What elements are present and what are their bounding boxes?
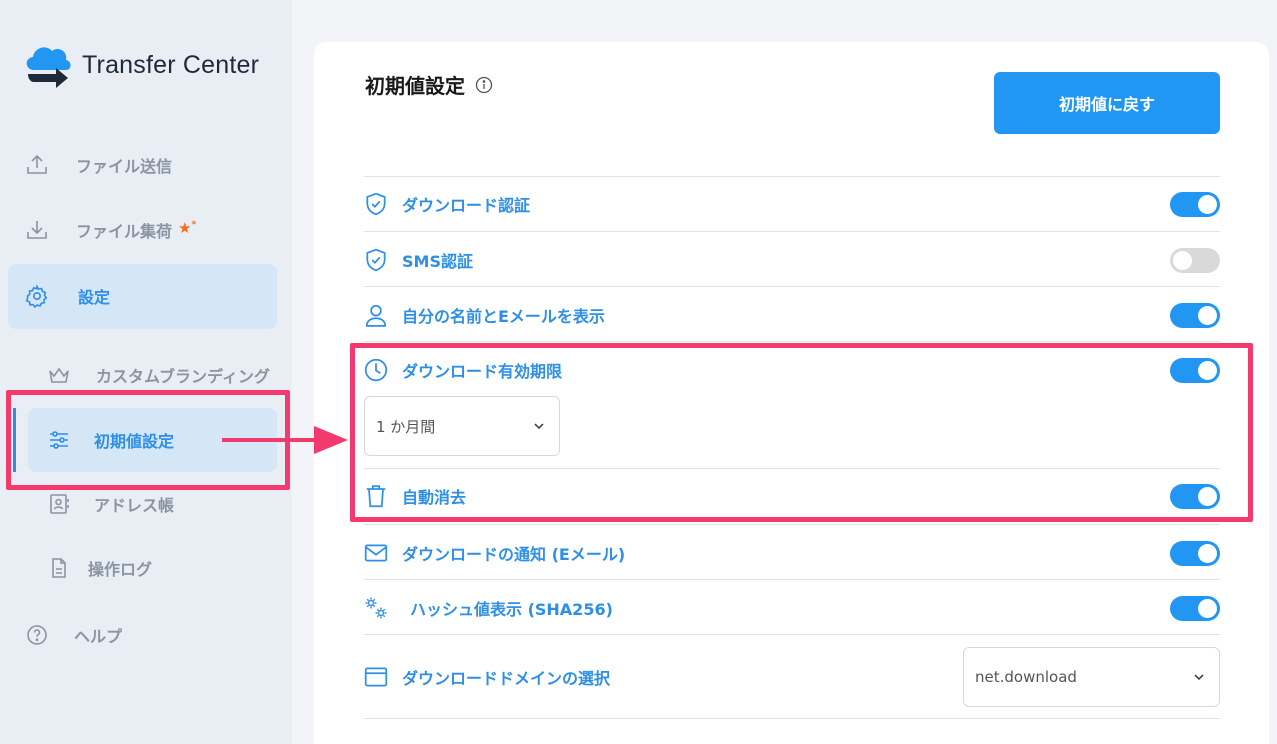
divider <box>364 579 1220 580</box>
page-title: 初期値設定 <box>365 70 493 99</box>
setting-row-show-name-email: 自分の名前とEメールを表示 <box>362 300 1220 330</box>
reset-defaults-button[interactable]: 初期値に戻す <box>994 72 1220 134</box>
divider <box>364 718 1220 719</box>
sidebar-item-file-collect[interactable]: ファイル集荷 ★* <box>24 217 196 243</box>
upload-icon <box>24 152 50 178</box>
download-icon <box>24 217 50 243</box>
sidebar-item-address-book[interactable]: アドレス帳 <box>46 491 174 517</box>
app-name: Transfer Center <box>82 50 260 79</box>
setting-row-download-auth: ダウンロード認証 <box>362 189 1220 219</box>
help-icon <box>24 622 50 648</box>
divider <box>364 286 1220 287</box>
divider <box>364 231 1220 232</box>
chevron-down-icon <box>1194 674 1204 681</box>
browser-window-icon <box>362 663 390 691</box>
crown-icon <box>46 362 72 388</box>
address-book-icon <box>46 491 72 517</box>
shield-check-icon <box>362 246 390 274</box>
new-star-icon: ★* <box>178 219 197 237</box>
user-icon <box>362 301 390 329</box>
domain-select[interactable]: net.download <box>963 647 1220 707</box>
divider <box>364 524 1220 525</box>
show-name-email-toggle[interactable] <box>1170 302 1220 328</box>
gears-icon <box>362 594 390 622</box>
sidebar-item-operation-log[interactable]: 操作ログ <box>46 555 152 581</box>
app-logo[interactable]: Transfer Center <box>22 40 259 90</box>
divider <box>364 634 1220 635</box>
sidebar-item-custom-branding[interactable]: カスタムブランディング <box>46 362 270 388</box>
annotation-highlight-settings <box>350 343 1253 522</box>
annotation-arrow <box>222 426 348 454</box>
divider <box>364 176 1220 177</box>
setting-row-hash-display: ハッシュ値表示 (SHA256) <box>362 593 1220 623</box>
hash-display-toggle[interactable] <box>1170 595 1220 621</box>
download-notification-toggle[interactable] <box>1170 540 1220 566</box>
document-icon <box>46 555 72 581</box>
download-auth-toggle[interactable] <box>1170 191 1220 217</box>
sidebar-item-settings[interactable]: 設定 <box>24 283 110 309</box>
divider <box>364 341 1220 342</box>
sms-auth-toggle[interactable] <box>1170 247 1220 273</box>
gear-icon <box>24 283 50 309</box>
setting-row-sms-auth: SMS認証 <box>362 245 1220 275</box>
setting-row-download-notification: ダウンロードの通知 (Eメール) <box>362 538 1220 568</box>
mail-icon <box>362 539 390 567</box>
shield-check-icon <box>362 190 390 218</box>
cloud-logo-icon <box>26 47 71 88</box>
info-icon[interactable] <box>475 76 493 94</box>
sidebar-item-help[interactable]: ヘルプ <box>24 622 122 648</box>
sidebar-item-file-send[interactable]: ファイル送信 <box>24 152 172 178</box>
